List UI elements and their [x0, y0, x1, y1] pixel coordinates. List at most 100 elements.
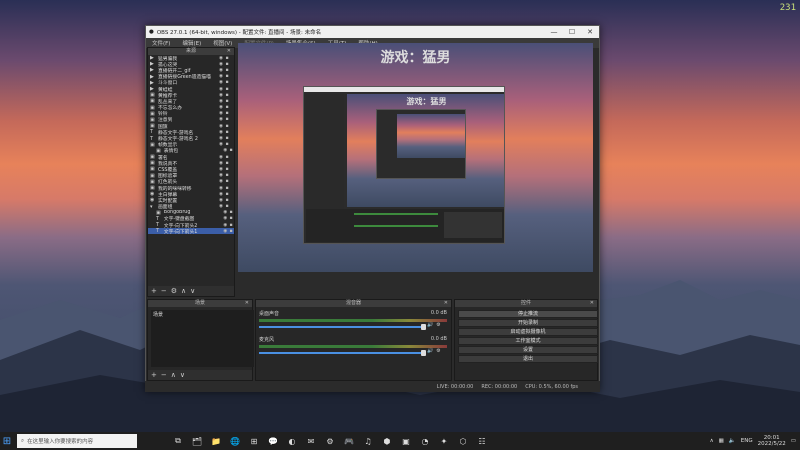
image-source-icon: ◉	[150, 191, 155, 198]
windows-start-icon[interactable]: ⊞	[0, 432, 14, 450]
speaker-icon[interactable]: 🔊	[427, 348, 433, 354]
exit-button[interactable]: 退出	[458, 355, 598, 363]
volume-slider[interactable]	[259, 323, 426, 330]
taskbar-app-icon[interactable]: 🌐	[227, 433, 243, 449]
notification-icon[interactable]: ▭	[791, 438, 796, 444]
title-bar: ● OBS 27.0.1 (64-bit, windows) - 配置文件: 直…	[146, 26, 599, 38]
image-source-icon: ▣	[150, 166, 155, 173]
taskbar-app-icon[interactable]: ◔	[417, 433, 433, 449]
channel-settings-icon[interactable]: ⚙	[436, 348, 440, 354]
taskbar-app-icon[interactable]: ✉	[303, 433, 319, 449]
source-settings-icon[interactable]: ⚙	[171, 287, 177, 295]
lock-icon[interactable]: ▪	[224, 68, 230, 73]
taskbar-app-icon[interactable]: 🗂	[189, 433, 205, 449]
scene-item[interactable]: 场景	[153, 311, 252, 318]
lock-icon[interactable]: ▪	[228, 210, 234, 215]
sources-dock: 来源 ✕ ▶ 猛男骗我 ◉ ▪ ▶ 孤心这哭 ◉ ▪ ▶ 直播链开二_gif ◉ ▪ ▶ 直播链接Green…	[147, 47, 235, 297]
speaker-icon[interactable]: 🔊	[427, 322, 433, 328]
lock-icon[interactable]: ▪	[224, 173, 230, 178]
source-item[interactable]: T 文字-向下箭头1 ◉ ▪	[148, 228, 234, 235]
taskbar-app-icon[interactable]: ⧉	[170, 433, 186, 449]
sources-list: ▶ 猛男骗我 ◉ ▪ ▶ 孤心这哭 ◉ ▪ ▶ 直播链开二_gif ◉ ▪ ▶ 直播链接Green遗造猫喵…	[148, 55, 234, 235]
language-indicator[interactable]: ENG	[741, 438, 753, 444]
lock-icon[interactable]: ▪	[224, 167, 230, 172]
add-scene-icon[interactable]: +	[151, 371, 157, 379]
lock-icon[interactable]: ▪	[224, 87, 230, 92]
scenes-header: 场景 ✕	[148, 300, 252, 307]
taskbar-app-icon[interactable]: ▣	[398, 433, 414, 449]
taskbar-search[interactable]: ⌕ 在这里输入你要搜索的内容	[17, 434, 137, 448]
slider-knob[interactable]	[421, 349, 426, 356]
lock-icon[interactable]: ▪	[224, 111, 230, 116]
move-down-icon[interactable]: ∨	[190, 287, 195, 295]
network-icon[interactable]: ▦	[719, 438, 724, 444]
channel-settings-icon[interactable]: ⚙	[436, 322, 440, 328]
lock-icon[interactable]: ▪	[224, 192, 230, 197]
move-up-icon[interactable]: ∧	[181, 287, 186, 295]
lock-icon[interactable]: ▪	[224, 56, 230, 61]
taskbar-app-icon[interactable]: ♫	[360, 433, 376, 449]
source-item[interactable]: ▾ 画面组 ◉ ▪	[148, 204, 234, 211]
lock-icon[interactable]: ▪	[228, 216, 234, 221]
taskbar-app-icon[interactable]: 🎮	[341, 433, 357, 449]
close-button[interactable]: ✕	[581, 28, 599, 36]
taskbar-app-icon[interactable]: ⬢	[379, 433, 395, 449]
lock-icon[interactable]: ▪	[224, 161, 230, 166]
taskbar-app-icon[interactable]: ⬡	[455, 433, 471, 449]
taskbar-app-icon[interactable]: 📁	[208, 433, 224, 449]
lock-icon[interactable]: ▪	[224, 155, 230, 160]
lock-icon[interactable]: ▪	[224, 130, 230, 135]
lock-icon[interactable]: ▪	[224, 186, 230, 191]
scene-down-icon[interactable]: ∨	[180, 371, 185, 379]
lock-icon[interactable]: ▪	[224, 105, 230, 110]
remove-source-icon[interactable]: −	[161, 287, 167, 295]
lock-icon[interactable]: ▪	[224, 124, 230, 129]
lock-icon[interactable]: ▪	[224, 198, 230, 203]
add-source-icon[interactable]: +	[151, 287, 157, 295]
minimize-button[interactable]: —	[545, 28, 563, 36]
lock-icon[interactable]: ▪	[228, 223, 234, 228]
taskbar: ⊞ ⌕ 在这里输入你要搜索的内容 ⧉ 🗂 📁 🌐 ⊞ 💬 ◐ ✉ ⚙ 🎮 ♫ ⬢ ▣ ◔ ✦ ⬡ ☷	[0, 432, 800, 450]
menu-view[interactable]: 视图(V)	[207, 39, 238, 47]
text-source-icon: T	[150, 135, 154, 142]
lock-icon[interactable]: ▪	[228, 229, 234, 234]
taskbar-app-icon[interactable]: ✦	[436, 433, 452, 449]
lock-icon[interactable]: ▪	[224, 62, 230, 67]
taskbar-app-icon[interactable]: ☷	[474, 433, 490, 449]
virtual-camera-button[interactable]: 启动虚拟摄像机	[458, 328, 598, 336]
taskbar-app-icon[interactable]: ◐	[284, 433, 300, 449]
lock-icon[interactable]: ▪	[228, 148, 234, 153]
lock-icon[interactable]: ▪	[224, 99, 230, 104]
menu-file[interactable]: 文件(F)	[146, 39, 176, 47]
slider-knob[interactable]	[421, 323, 426, 330]
rec-status: REC: 00:00:00	[481, 383, 518, 390]
scene-up-icon[interactable]: ∧	[171, 371, 176, 379]
image-source-icon: ▣	[150, 110, 155, 117]
source-name: 画面组	[158, 205, 173, 211]
stop-streaming-button[interactable]: 停止推流	[458, 310, 598, 318]
controls-header: 控件 ✕	[455, 300, 597, 307]
lock-icon[interactable]: ▪	[224, 93, 230, 98]
lock-icon[interactable]: ▪	[224, 117, 230, 122]
taskbar-app-icon[interactable]: 💬	[265, 433, 281, 449]
taskbar-app-icon[interactable]: ⊞	[246, 433, 262, 449]
lock-icon[interactable]: ▪	[224, 136, 230, 141]
volume-slider[interactable]	[259, 349, 426, 356]
image-source-icon: ▣	[150, 154, 155, 161]
volume-icon[interactable]: 🔈	[729, 438, 736, 444]
taskbar-app-icon[interactable]: ⚙	[322, 433, 338, 449]
studio-mode-button[interactable]: 工作室模式	[458, 337, 598, 345]
remove-scene-icon[interactable]: −	[161, 371, 167, 379]
maximize-button[interactable]: ☐	[563, 28, 581, 36]
lock-icon[interactable]: ▪	[224, 179, 230, 184]
lock-icon[interactable]: ▪	[224, 204, 230, 209]
clock[interactable]: 20:01 2022/5/22	[758, 435, 786, 447]
menu-edit[interactable]: 编辑(E)	[176, 39, 207, 47]
lock-icon[interactable]: ▪	[224, 74, 230, 79]
start-recording-button[interactable]: 开始录制	[458, 319, 598, 327]
settings-button[interactable]: 设置	[458, 346, 598, 354]
image-source-icon: ▣	[150, 116, 155, 123]
tray-chevron-icon[interactable]: ∧	[710, 438, 714, 444]
lock-icon[interactable]: ▪	[224, 80, 230, 85]
lock-icon[interactable]: ▪	[224, 142, 230, 147]
